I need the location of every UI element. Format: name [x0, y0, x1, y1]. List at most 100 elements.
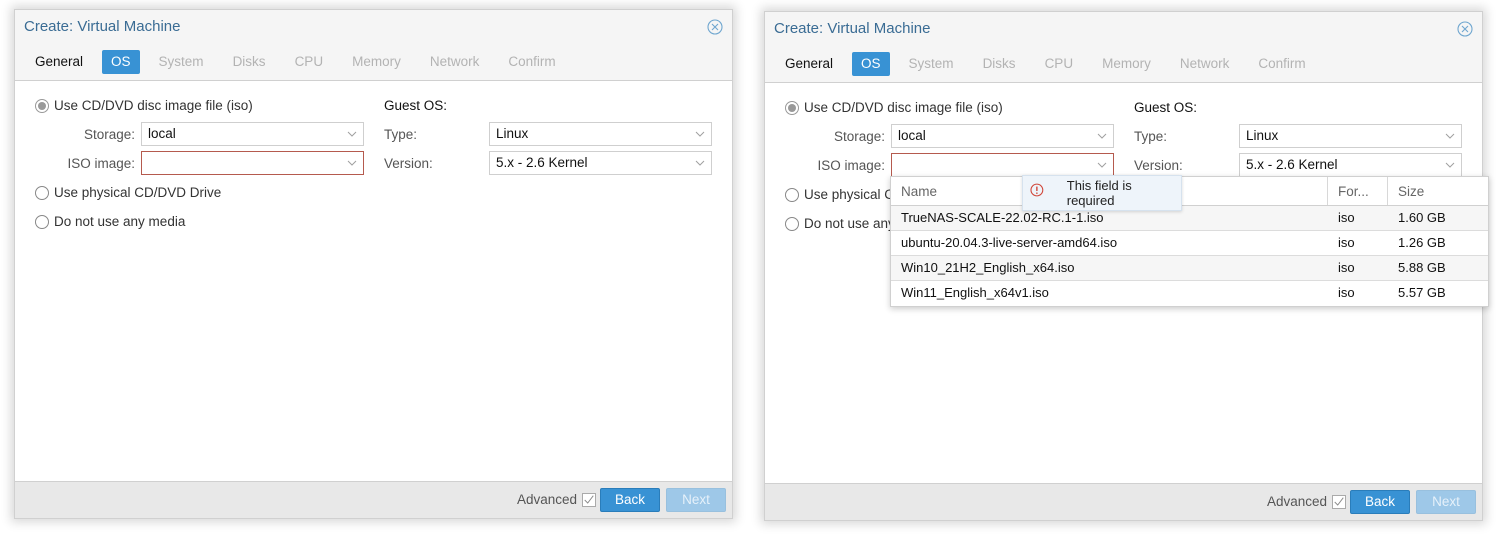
tab-memory: Memory	[1102, 56, 1151, 71]
advanced-label: Advanced	[1267, 494, 1328, 509]
dialog-title: Create: Virtual Machine	[774, 20, 931, 37]
iso-image-select[interactable]	[891, 153, 1114, 177]
iso-format: iso	[1338, 235, 1355, 250]
column-header-size[interactable]: Size	[1388, 177, 1488, 205]
version-label: Version:	[384, 156, 433, 171]
tab-disks: Disks	[982, 56, 1016, 71]
tab-os[interactable]: OS	[102, 50, 140, 74]
iso-size: 5.57 GB	[1398, 285, 1446, 300]
close-icon[interactable]	[1457, 21, 1473, 37]
iso-picker-dropdown: Name For... Size TrueNAS-SCALE-22.02-RC.…	[890, 176, 1489, 307]
radio-no-media[interactable]: Do not use any media	[35, 214, 185, 229]
chevron-down-icon[interactable]	[1097, 131, 1107, 141]
radio-checked-icon	[785, 100, 799, 115]
advanced-label: Advanced	[517, 492, 578, 507]
os-type-select[interactable]: Linux	[1239, 124, 1462, 148]
iso-grid-body: TrueNAS-SCALE-22.02-RC.1-1.iso iso 1.60 …	[891, 206, 1488, 306]
radio-unchecked-icon	[35, 185, 49, 200]
chevron-down-icon[interactable]	[1097, 160, 1107, 170]
os-type-select[interactable]: Linux	[489, 122, 712, 146]
iso-name: Win10_21H2_English_x64.iso	[901, 260, 1075, 275]
radio-unchecked-icon	[35, 214, 49, 229]
dialog-footer: Advanced Back Next	[765, 484, 1482, 520]
os-version-value: 5.x - 2.6 Kernel	[496, 155, 588, 170]
storage-label: Storage:	[833, 129, 885, 144]
version-label: Version:	[1134, 158, 1183, 173]
radio-label: Use CD/DVD disc image file (iso)	[804, 100, 1003, 115]
wizard-tabs: General OS System Disks CPU Memory Netwo…	[25, 50, 575, 74]
tab-os[interactable]: OS	[852, 52, 890, 76]
close-icon[interactable]	[707, 19, 723, 35]
iso-size: 1.60 GB	[1398, 210, 1446, 225]
back-button[interactable]: Back	[600, 488, 660, 512]
next-button[interactable]: Next	[1416, 490, 1476, 514]
tab-network: Network	[1179, 56, 1230, 71]
radio-use-iso[interactable]: Use CD/DVD disc image file (iso)	[35, 98, 253, 113]
guest-os-title: Guest OS:	[384, 98, 448, 113]
radio-unchecked-icon	[785, 216, 799, 231]
iso-name: Win11_English_x64v1.iso	[901, 285, 1049, 300]
radio-no-media[interactable]: Do not use any	[785, 216, 895, 231]
tab-confirm: Confirm	[1258, 56, 1306, 71]
tab-system: System	[908, 56, 954, 71]
dialog-title: Create: Virtual Machine	[24, 18, 181, 35]
wizard-tabs: General OS System Disks CPU Memory Netwo…	[775, 52, 1325, 76]
chevron-down-icon[interactable]	[347, 158, 357, 168]
storage-select[interactable]: local	[141, 122, 364, 146]
os-version-select[interactable]: 5.x - 2.6 Kernel	[1239, 153, 1462, 177]
chevron-down-icon[interactable]	[695, 158, 705, 168]
tab-disks: Disks	[232, 54, 266, 69]
os-type-value: Linux	[496, 126, 529, 141]
storage-label: Storage:	[83, 127, 135, 142]
radio-label: Do not use any media	[54, 214, 186, 229]
os-panel: Use CD/DVD disc image file (iso) Storage…	[15, 80, 732, 482]
guest-os-title: Guest OS:	[1134, 100, 1198, 115]
radio-use-physical[interactable]: Use physical CD/DVD Drive	[35, 185, 221, 200]
radio-use-physical[interactable]: Use physical C	[785, 187, 894, 202]
error-icon	[1030, 183, 1044, 197]
type-label: Type:	[384, 127, 418, 142]
advanced-toggle[interactable]: Advanced	[517, 492, 597, 507]
os-version-value: 5.x - 2.6 Kernel	[1246, 157, 1338, 172]
radio-use-iso[interactable]: Use CD/DVD disc image file (iso)	[785, 100, 1003, 115]
validation-message: This field is required	[1066, 178, 1132, 208]
iso-format: iso	[1338, 210, 1355, 225]
create-vm-dialog: Create: Virtual Machine General OS Syste…	[14, 9, 733, 519]
chevron-down-icon[interactable]	[347, 129, 357, 139]
tab-general[interactable]: General	[775, 52, 843, 76]
type-label: Type:	[1134, 129, 1168, 144]
iso-name: ubuntu-20.04.3-live-server-amd64.iso	[901, 235, 1118, 250]
os-type-value: Linux	[1246, 128, 1279, 143]
iso-image-select[interactable]	[141, 151, 364, 175]
chevron-down-icon[interactable]	[1445, 131, 1455, 141]
column-header-format[interactable]: For...	[1328, 177, 1388, 205]
tab-cpu: CPU	[294, 54, 324, 69]
tab-system: System	[158, 54, 204, 69]
storage-select[interactable]: local	[891, 124, 1114, 148]
iso-image-label: ISO image:	[817, 158, 885, 173]
tab-general[interactable]: General	[25, 50, 93, 74]
table-row[interactable]: Win11_English_x64v1.iso iso 5.57 GB	[891, 281, 1488, 306]
checkbox-checked-icon[interactable]	[1332, 494, 1347, 509]
next-button[interactable]: Next	[666, 488, 726, 512]
advanced-toggle[interactable]: Advanced	[1267, 494, 1347, 509]
radio-label: Do not use any	[804, 216, 895, 231]
checkbox-checked-icon[interactable]	[582, 492, 597, 507]
table-row[interactable]: Win10_21H2_English_x64.iso iso 5.88 GB	[891, 256, 1488, 281]
iso-grid-header: Name For... Size	[891, 177, 1488, 206]
tab-cpu: CPU	[1044, 56, 1074, 71]
back-button[interactable]: Back	[1350, 490, 1410, 514]
storage-value: local	[898, 128, 926, 143]
chevron-down-icon[interactable]	[695, 129, 705, 139]
radio-label: Use physical C	[804, 187, 895, 202]
chevron-down-icon[interactable]	[1445, 160, 1455, 170]
tab-confirm: Confirm	[508, 54, 556, 69]
table-row[interactable]: ubuntu-20.04.3-live-server-amd64.iso iso…	[891, 231, 1488, 256]
table-row[interactable]: TrueNAS-SCALE-22.02-RC.1-1.iso iso 1.60 …	[891, 206, 1488, 231]
os-version-select[interactable]: 5.x - 2.6 Kernel	[489, 151, 712, 175]
radio-unchecked-icon	[785, 187, 799, 202]
tab-network: Network	[429, 54, 480, 69]
radio-label: Use CD/DVD disc image file (iso)	[54, 98, 253, 113]
iso-format: iso	[1338, 285, 1355, 300]
iso-size: 5.88 GB	[1398, 260, 1446, 275]
